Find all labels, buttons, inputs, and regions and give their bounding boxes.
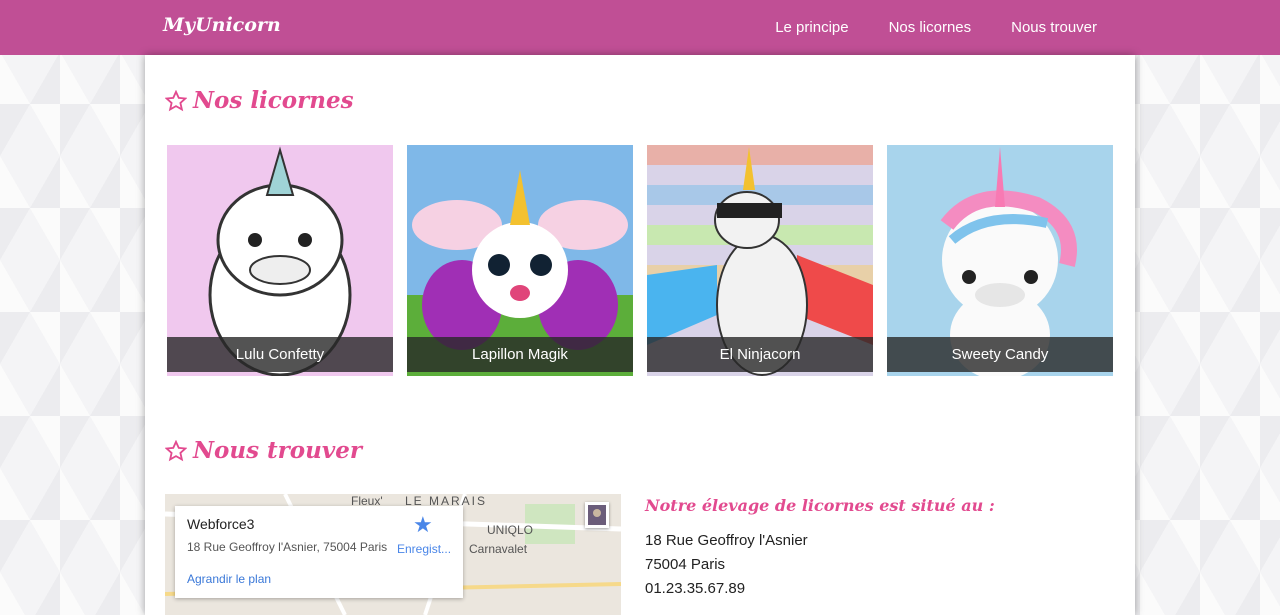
address-street: 18 Rue Geoffroy l'Asnier	[645, 532, 808, 549]
brand-logo[interactable]: MyUnicorn	[163, 14, 281, 36]
unicorn-name: Lulu Confetty	[167, 337, 393, 372]
star-outline-icon	[165, 439, 187, 461]
unicorn-name: Lapillon Magik	[407, 337, 633, 372]
map-embed[interactable]: LE MARAIS Fleux' UNIQLO Carnavalet Webfo…	[165, 494, 621, 615]
nav-link-licornes[interactable]: Nos licornes	[889, 19, 972, 36]
map-label-carnavalet: Carnavalet	[469, 542, 528, 556]
place-address: 18 Rue Geoffroy l'Asnier, 75004 Paris	[187, 540, 388, 554]
section-title-licornes: Nos licornes	[165, 87, 354, 114]
star-outline-icon	[165, 89, 187, 111]
unicorn-card[interactable]: Lapillon Magik	[407, 145, 633, 376]
address-block: Notre élevage de licornes est situé au :…	[645, 496, 995, 601]
unicorn-card[interactable]: El Ninjacorn	[647, 145, 873, 376]
main-content: Nos licornes Lulu Confetty Lapillon Magi…	[145, 55, 1135, 615]
section-title-trouver: Nous trouver	[165, 437, 362, 464]
enlarge-map-link[interactable]: Agrandir le plan	[187, 572, 271, 586]
unicorn-card[interactable]: Sweety Candy	[887, 145, 1113, 376]
nav-link-trouver[interactable]: Nous trouver	[1011, 19, 1097, 36]
address-heading: Notre élevage de licornes est situé au :	[645, 496, 995, 515]
section-title-text: Nos licornes	[193, 87, 354, 114]
unicorn-name: Sweety Candy	[887, 337, 1113, 372]
navbar: MyUnicorn Le principe Nos licornes Nous …	[0, 0, 1280, 55]
save-place-link[interactable]: Enregist...	[397, 542, 451, 556]
unicorn-card[interactable]: Lulu Confetty	[167, 145, 393, 376]
star-icon[interactable]: ★	[413, 512, 433, 538]
map-infobox: Webforce3 18 Rue Geoffroy l'Asnier, 7500…	[175, 506, 463, 598]
unicorn-name: El Ninjacorn	[647, 337, 873, 372]
nav-link-principe[interactable]: Le principe	[775, 19, 848, 36]
place-name: Webforce3	[187, 516, 255, 532]
address-phone: 01.23.35.67.89	[645, 580, 746, 597]
map-label-uniqlo: UNIQLO	[487, 523, 534, 537]
address-city: 75004 Paris	[645, 556, 726, 573]
unicorn-cards: Lulu Confetty Lapillon Magik El Ninjacor…	[167, 145, 1127, 376]
nav-links: Le principe Nos licornes Nous trouver	[735, 0, 1097, 55]
section-title-text: Nous trouver	[193, 437, 362, 464]
map-thumbnail-button[interactable]	[585, 502, 609, 528]
photo-icon	[588, 505, 606, 525]
